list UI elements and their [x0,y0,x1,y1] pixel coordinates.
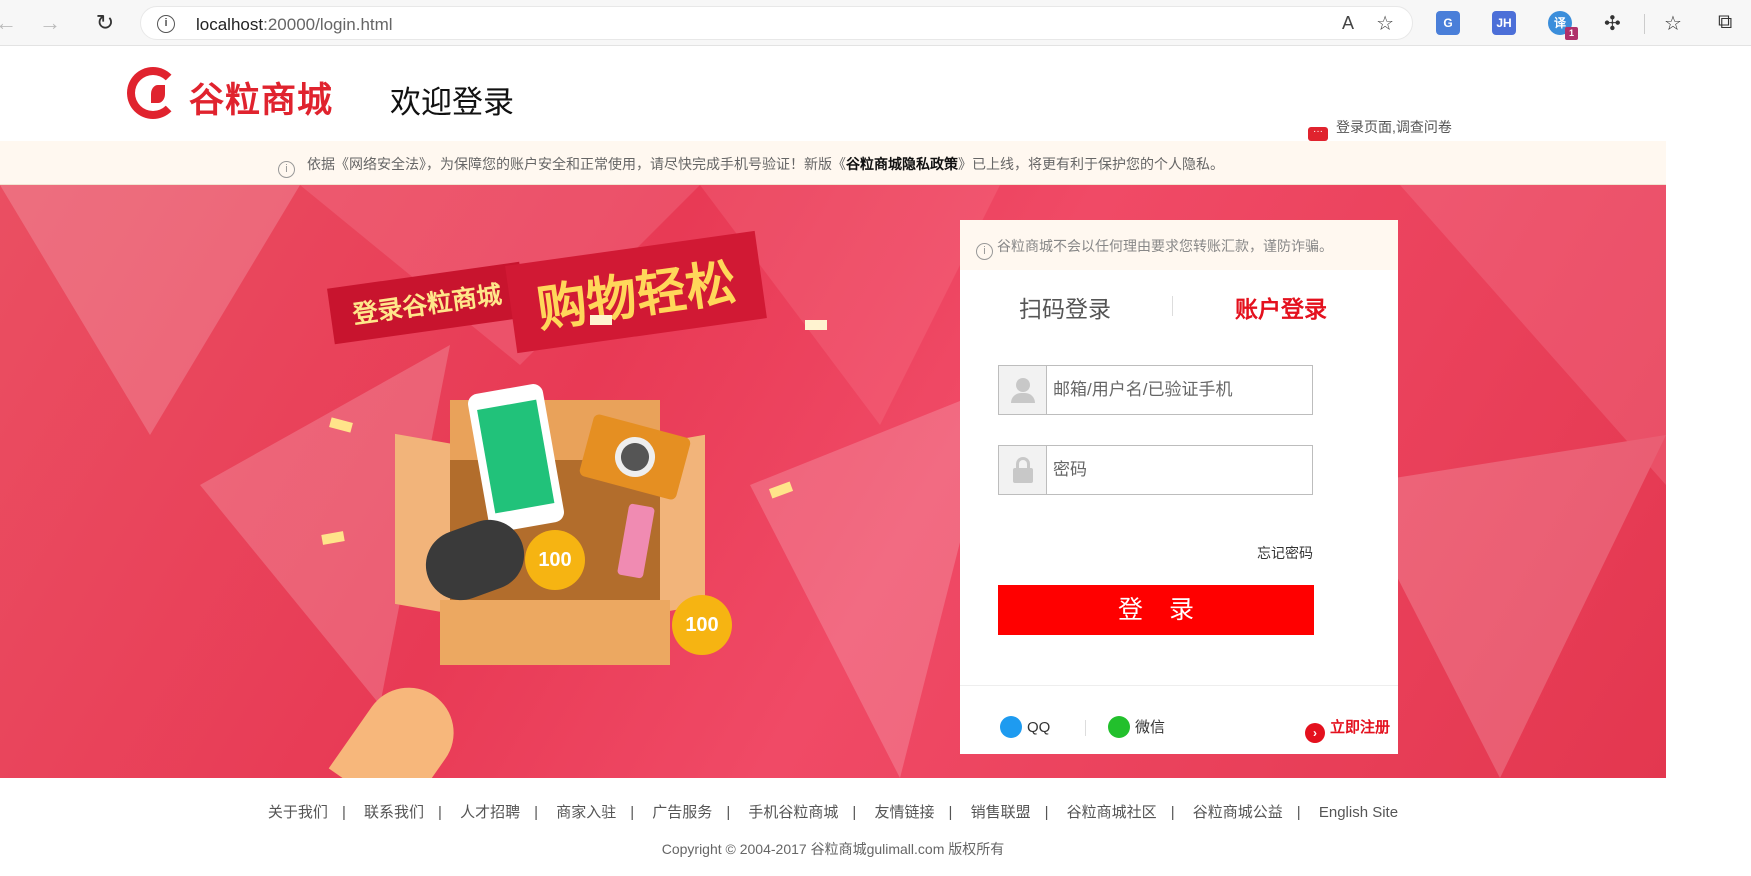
url-host: localhost [196,15,264,34]
footer-link[interactable]: 广告服务 [652,804,712,821]
coupon-tag: 100 [525,530,585,590]
login-panel: i谷粒商城不会以任何理由要求您转账汇款，谨防诈骗。 扫码登录 账户登录 忘记密码… [960,220,1398,754]
username-field [998,365,1313,415]
footer-separator: | [341,804,346,821]
favorites-icon[interactable]: ☆ [1664,11,1682,36]
footer-separator: | [1044,804,1049,821]
footer-link[interactable]: 友情链接 [874,804,934,821]
login-panel-footer: QQ 微信 › 立即注册 [960,685,1398,754]
url-text[interactable]: localhost:20000/login.html [196,15,393,35]
info-icon: i [278,161,295,178]
extension-badge: 1 [1565,27,1578,40]
footer-link[interactable]: 关于我们 [268,804,328,821]
footer-link[interactable]: 商家入驻 [556,804,616,821]
password-input[interactable] [1048,446,1312,494]
password-field [998,445,1313,495]
banner-polygon-bg [0,185,1666,778]
footer-link[interactable]: 人才招聘 [460,804,520,821]
page-title: 欢迎登录 [390,85,514,120]
copyright: Copyright © 2004-2017 谷粒商城gulimall.com 版… [661,841,1005,857]
footer-link[interactable]: 联系我们 [364,804,424,821]
privacy-policy-link[interactable]: 谷粒商城隐私政策 [846,156,958,172]
wechat-icon [1108,716,1130,738]
url-path: :20000/login.html [263,15,393,34]
collections-icon[interactable]: ⧉ [1718,11,1732,34]
login-button[interactable]: 登录 [998,585,1314,635]
social-divider [1085,720,1086,736]
logo-text: 谷粒商城 [189,81,334,120]
tab-divider [1172,296,1173,316]
arrow-right-icon: › [1304,723,1325,743]
site-logo[interactable]: 谷粒商城 [127,64,337,124]
footer-separator: | [534,804,539,821]
site-info-icon[interactable]: i [157,15,175,33]
tab-scan-login[interactable]: 扫码登录 [1019,290,1111,324]
notice-pre: 依据《网络安全法》，为保障您的账户安全和正常使用，请尽快完成手机号验证！新版《 [307,156,846,172]
info-icon: i [976,243,993,260]
footer-separator: | [438,804,442,821]
wechat-label: 微信 [1135,719,1166,736]
qq-label: QQ [1027,719,1051,736]
jh-extension-icon[interactable]: JH [1492,11,1516,35]
footer-separator: | [630,804,635,821]
coupon-tag: 100 [672,595,732,655]
confetti [590,315,612,325]
confetti [805,320,827,330]
survey-label: 登录页面,调查问卷 [1336,119,1452,135]
survey-link[interactable]: ··· 登录页面,调查问卷 [1308,117,1452,141]
footer-link[interactable]: 谷粒商城社区 [1067,804,1157,821]
back-icon[interactable]: ← [0,11,18,35]
register-label: 立即注册 [1329,719,1390,736]
login-tabs: 扫码登录 账户登录 [960,290,1398,330]
forward-icon[interactable]: → [38,11,62,35]
username-input[interactable] [1048,366,1312,414]
footer-separator: | [852,804,857,821]
refresh-icon[interactable]: ↻ [93,11,117,35]
lock-icon [999,446,1047,494]
footer-separator: | [1170,804,1175,821]
address-bar[interactable]: i localhost:20000/login.html A ☆ [140,6,1413,40]
footer-link[interactable]: 手机谷粒商城 [748,804,838,821]
qq-icon [1000,716,1022,738]
add-favorite-icon[interactable]: ☆ [1376,11,1394,36]
footer-links: 关于我们 | 联系我们 | 人才招聘 | 商家入驻 | 广告服务 | 手机谷粒商城 | 友情… [0,801,1666,822]
footer-separator: | [1296,804,1301,821]
extensions-icon[interactable]: ✣ [1604,11,1621,36]
fraud-tip-text: 谷粒商城不会以任何理由要求您转账汇款，谨防诈骗。 [997,238,1333,254]
footer-separator: | [726,804,731,821]
browser-toolbar: ← → ↻ i localhost:20000/login.html A ☆ G… [0,0,1751,46]
notice-bar: i 依据《网络安全法》，为保障您的账户安全和正常使用，请尽快完成手机号验证！新版《… [0,141,1666,185]
logo-mark-icon [127,67,179,119]
toolbar-divider [1644,14,1645,34]
fraud-tip: i 谷粒商城不会以任何理由要求您转账汇款，谨防诈骗。 [960,220,1398,270]
comment-icon: ··· [1308,127,1328,141]
footer-link[interactable]: English Site [1319,804,1398,821]
footer-link[interactable]: 销售联盟 [971,804,1031,821]
qq-login-link[interactable]: QQ [1000,716,1050,738]
translate-extension-icon[interactable]: 译1 [1548,11,1578,40]
tab-account-login[interactable]: 账户登录 [1235,290,1327,324]
register-link[interactable]: › 立即注册 [1304,716,1390,743]
notice-text: i 依据《网络安全法》，为保障您的账户安全和正常使用，请尽快完成手机号验证！新版《… [278,154,1224,178]
footer-separator: | [948,804,953,821]
read-aloud-icon[interactable]: A [1342,13,1354,34]
notice-post: 》已上线，将更有利于保护您的个人隐私。 [958,156,1224,172]
login-banner: 登录谷粒商城 购物轻松 100 100 [0,185,1666,778]
user-icon [999,366,1047,414]
forgot-password-link[interactable]: 忘记密码 [1257,543,1313,563]
google-translate-extension-icon[interactable]: G [1436,11,1460,35]
wechat-login-link[interactable]: 微信 [1108,716,1165,738]
footer-link[interactable]: 谷粒商城公益 [1193,804,1283,821]
